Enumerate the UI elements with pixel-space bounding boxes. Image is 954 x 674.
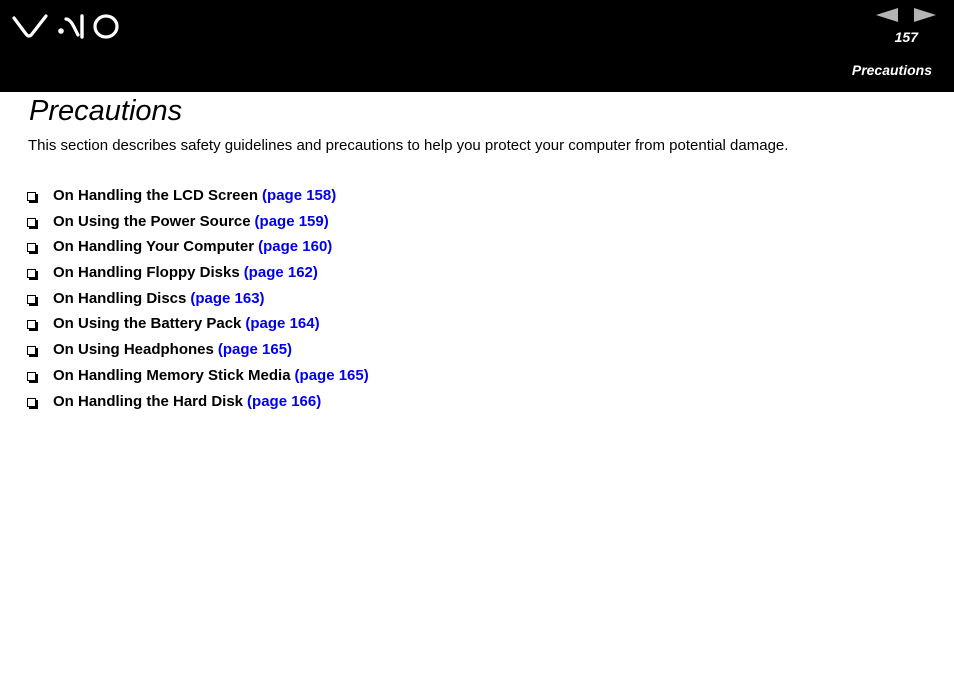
header-section-label: Precautions xyxy=(851,62,932,78)
page-link[interactable]: (page 160) xyxy=(258,237,332,257)
next-page-icon[interactable] xyxy=(912,8,936,22)
page-title: Precautions xyxy=(29,95,183,127)
page-link[interactable]: (page 158) xyxy=(262,186,336,206)
list-item: On Using the Power Source (page 159) xyxy=(27,212,369,238)
page-link[interactable]: (page 165) xyxy=(295,366,369,386)
page-number: 157 xyxy=(894,29,918,45)
page-header: 157 Precautions xyxy=(0,0,954,92)
topic-label: On Using the Power Source xyxy=(53,212,251,230)
checkbox-bullet-icon xyxy=(27,269,38,281)
checkbox-bullet-icon xyxy=(27,217,38,229)
page-navigation xyxy=(876,8,940,22)
topic-label: On Handling Memory Stick Media xyxy=(53,366,291,384)
list-item: On Handling Memory Stick Media (page 165… xyxy=(27,366,369,392)
list-item: On Handling the LCD Screen (page 158) xyxy=(27,186,369,212)
intro-paragraph: This section describes safety guidelines… xyxy=(28,137,789,154)
topic-list: On Handling the LCD Screen (page 158) On… xyxy=(27,186,369,417)
list-item: On Handling Your Computer (page 160) xyxy=(27,237,369,263)
topic-label: On Handling Discs xyxy=(53,289,187,307)
list-item: On Handling Discs (page 163) xyxy=(27,289,369,315)
topic-label: On Handling Floppy Disks xyxy=(53,264,240,282)
previous-page-icon[interactable] xyxy=(876,8,900,22)
page-link[interactable]: (page 165) xyxy=(218,340,292,360)
topic-label: On Using the Battery Pack xyxy=(53,315,242,333)
checkbox-bullet-icon xyxy=(27,346,38,358)
topic-label: On Handling Your Computer xyxy=(53,238,255,256)
list-item: On Using Headphones (page 165) xyxy=(27,340,369,366)
checkbox-bullet-icon xyxy=(27,371,38,383)
page-link[interactable]: (page 163) xyxy=(190,289,264,309)
topic-label: On Handling the LCD Screen xyxy=(53,187,259,204)
checkbox-bullet-icon xyxy=(27,294,38,306)
list-item: On Using the Battery Pack (page 164) xyxy=(27,314,369,340)
topic-label: On Using Headphones xyxy=(53,341,214,359)
page-link[interactable]: (page 162) xyxy=(244,263,318,283)
vaio-logo xyxy=(12,14,119,39)
page-link[interactable]: (page 164) xyxy=(245,314,319,334)
checkbox-bullet-icon xyxy=(27,243,38,255)
list-item: On Handling Floppy Disks (page 162) xyxy=(27,263,369,289)
checkbox-bullet-icon xyxy=(27,320,38,332)
list-item: On Handling the Hard Disk (page 166) xyxy=(27,392,369,418)
page-link[interactable]: (page 166) xyxy=(247,392,321,412)
checkbox-bullet-icon xyxy=(27,192,38,203)
topic-label: On Handling the Hard Disk xyxy=(53,392,244,410)
page-link[interactable]: (page 159) xyxy=(255,212,329,232)
checkbox-bullet-icon xyxy=(27,397,38,409)
